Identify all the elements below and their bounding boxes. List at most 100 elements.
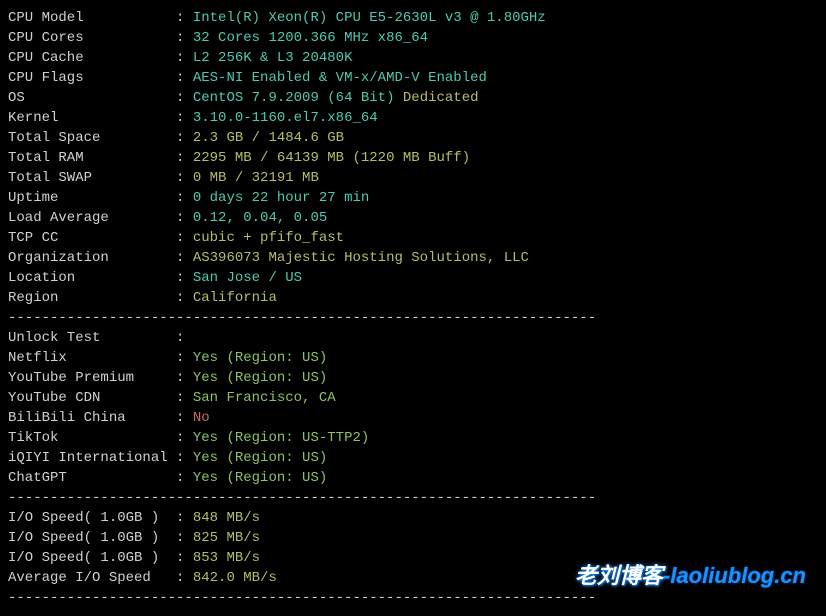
row-label: I/O Speed( 1.0GB ) [8,510,176,526]
row-colon: : [176,510,193,526]
row-label: CPU Model [8,10,176,26]
row-value: Yes (Region: US-TTP2) [193,430,369,446]
output-row: YouTube Premium : Yes (Region: US) [8,368,818,388]
row-colon: : [176,50,193,66]
row-label: Load Average [8,210,176,226]
divider: ----------------------------------------… [8,488,818,508]
row-label: Region [8,290,176,306]
output-row: Kernel : 3.10.0-1160.el7.x86_64 [8,108,818,128]
row-value: No [193,410,210,426]
row-label: Total RAM [8,150,176,166]
row-value: San Francisco, CA [193,390,336,406]
output-row: BiliBili China : No [8,408,818,428]
row-colon: : [176,330,193,346]
row-value: 32 Cores 1200.366 MHz x86_64 [193,30,428,46]
output-row: TikTok : Yes (Region: US-TTP2) [8,428,818,448]
row-label: YouTube Premium [8,370,176,386]
row-value: 0.12, 0.04, 0.05 [193,210,327,226]
row-colon: : [176,430,193,446]
row-value: Yes (Region: US) [193,450,327,466]
row-value: 842.0 MB/s [193,570,277,586]
output-row: Average I/O Speed : 842.0 MB/s [8,568,818,588]
divider: ----------------------------------------… [8,308,818,328]
row-colon: : [176,190,193,206]
row-value: L2 256K & L3 20480K [193,50,353,66]
output-row: Netflix : Yes (Region: US) [8,348,818,368]
row-label: Total SWAP [8,170,176,186]
row-colon: : [176,410,193,426]
row-value: Intel(R) Xeon(R) CPU E5-2630L v3 @ 1.80G… [193,10,546,26]
row-label: Organization [8,250,176,266]
row-label: Kernel [8,110,176,126]
row-label: I/O Speed( 1.0GB ) [8,550,176,566]
row-colon: : [176,230,193,246]
row-colon: : [176,570,193,586]
row-label: CPU Cache [8,50,176,66]
row-colon: : [176,290,193,306]
row-colon: : [176,90,193,106]
row-value: California [193,290,277,306]
row-value: cubic + pfifo_fast [193,230,344,246]
row-value: 853 MB/s [193,550,260,566]
output-row: Organization : AS396073 Majestic Hosting… [8,248,818,268]
output-row: OS : CentOS 7.9.2009 (64 Bit) Dedicated [8,88,818,108]
row-label: Uptime [8,190,176,206]
output-row: Total RAM : 2295 MB / 64139 MB (1220 MB … [8,148,818,168]
divider: ----------------------------------------… [8,588,818,608]
row-colon: : [176,370,193,386]
output-row: I/O Speed( 1.0GB ) : 848 MB/s [8,508,818,528]
row-value: Yes (Region: US) [193,350,327,366]
output-row: I/O Speed( 1.0GB ) : 853 MB/s [8,548,818,568]
row-value: 3.10.0-1160.el7.x86_64 [193,110,378,126]
row-value: 825 MB/s [193,530,260,546]
output-row: Load Average : 0.12, 0.04, 0.05 [8,208,818,228]
row-label: Total Space [8,130,176,146]
row-label: OS [8,90,176,106]
row-label: BiliBili China [8,410,176,426]
row-value: Yes (Region: US) [193,470,327,486]
row-label: Unlock Test [8,330,176,346]
row-colon: : [176,170,193,186]
output-row: CPU Cache : L2 256K & L3 20480K [8,48,818,68]
row-colon: : [176,130,193,146]
row-value: 0 MB / 32191 MB [193,170,319,186]
terminal-output: CPU Model : Intel(R) Xeon(R) CPU E5-2630… [8,8,818,608]
row-value: CentOS 7.9.2009 (64 Bit) [193,90,395,106]
row-colon: : [176,450,193,466]
output-row: Uptime : 0 days 22 hour 27 min [8,188,818,208]
row-value-extra: Dedicated [394,90,478,106]
row-label: TCP CC [8,230,176,246]
row-value: AES-NI Enabled & VM-x/AMD-V Enabled [193,70,487,86]
output-row: CPU Model : Intel(R) Xeon(R) CPU E5-2630… [8,8,818,28]
row-colon: : [176,530,193,546]
row-label: Netflix [8,350,176,366]
row-value: AS396073 Majestic Hosting Solutions, LLC [193,250,529,266]
output-row: Region : California [8,288,818,308]
row-value: 0 days 22 hour 27 min [193,190,369,206]
row-label: YouTube CDN [8,390,176,406]
row-label: ChatGPT [8,470,176,486]
row-label: CPU Flags [8,70,176,86]
row-colon: : [176,10,193,26]
row-colon: : [176,470,193,486]
output-row: CPU Flags : AES-NI Enabled & VM-x/AMD-V … [8,68,818,88]
row-label: Average I/O Speed [8,570,176,586]
row-colon: : [176,110,193,126]
row-colon: : [176,150,193,166]
row-value: 2.3 GB / 1484.6 GB [193,130,344,146]
output-row: Total SWAP : 0 MB / 32191 MB [8,168,818,188]
row-value: San Jose / US [193,270,302,286]
row-colon: : [176,210,193,226]
row-colon: : [176,350,193,366]
output-row: iQIYI International : Yes (Region: US) [8,448,818,468]
row-colon: : [176,550,193,566]
row-value: 2295 MB / 64139 MB (1220 MB Buff) [193,150,470,166]
row-colon: : [176,390,193,406]
output-row: CPU Cores : 32 Cores 1200.366 MHz x86_64 [8,28,818,48]
row-colon: : [176,30,193,46]
row-label: Location [8,270,176,286]
row-colon: : [176,70,193,86]
output-row: I/O Speed( 1.0GB ) : 825 MB/s [8,528,818,548]
output-row: Total Space : 2.3 GB / 1484.6 GB [8,128,818,148]
row-colon: : [176,250,193,266]
